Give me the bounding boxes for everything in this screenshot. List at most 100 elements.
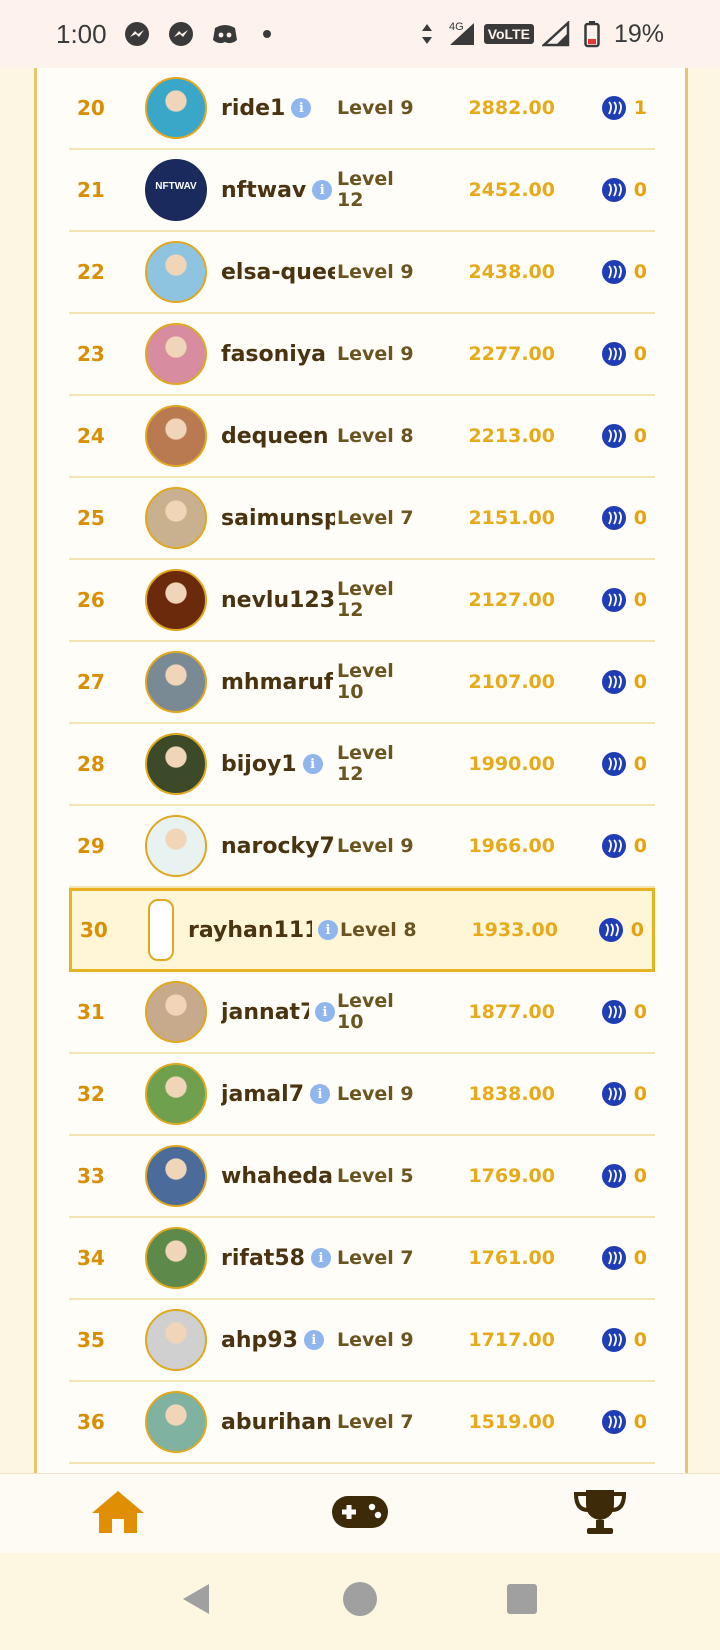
username[interactable]: nevlu123: [221, 588, 335, 613]
username[interactable]: rifat58: [221, 1246, 305, 1271]
rank-number: 35: [77, 1328, 105, 1352]
leaderboard-row[interactable]: 33 whaheda Level 5 1769.00 0: [69, 1136, 655, 1218]
avatar[interactable]: [145, 651, 207, 713]
avatar[interactable]: [145, 405, 207, 467]
user-name-cell: saimunsp: [221, 506, 335, 531]
username[interactable]: narocky7: [221, 834, 335, 859]
system-icons: 4G VoLTE 19%: [413, 20, 664, 49]
info-icon[interactable]: i: [318, 920, 338, 940]
leaderboard-row[interactable]: 35 ahp93 i Level 9 1717.00 0: [69, 1300, 655, 1382]
leaderboard-tab[interactable]: [570, 1488, 630, 1540]
leaderboard-row[interactable]: 29 narocky7 Level 9 1966.00 0: [69, 806, 655, 888]
volte-badge: VoLTE: [483, 24, 534, 44]
rank-number: 33: [77, 1164, 105, 1188]
avatar[interactable]: [145, 77, 207, 139]
username[interactable]: ride1: [221, 96, 285, 121]
avatar[interactable]: [145, 241, 207, 303]
username[interactable]: bijoy1: [221, 752, 297, 777]
username[interactable]: jamal7: [221, 1082, 304, 1107]
leaderboard-row[interactable]: 21 NFTWAV nftwav i Level 12 2452.00 0: [69, 150, 655, 232]
info-icon[interactable]: i: [291, 98, 312, 118]
current-user-row[interactable]: 30 rayhan111 i Level 8 1933.00 0: [69, 888, 655, 972]
rank-number: 21: [77, 178, 105, 202]
leaderboard-row[interactable]: 24 dequeen Level 8 2213.00 0: [69, 396, 655, 478]
back-button[interactable]: [176, 1581, 216, 1621]
leaderboard-list: 19arzaiqamariLevel122902.00120ride1iLeve…: [69, 68, 655, 1464]
status-time: 1:00: [56, 18, 107, 49]
avatar[interactable]: [145, 1227, 207, 1289]
leaderboard-row[interactable]: 28 bijoy1 i Level 12 1990.00 0: [69, 724, 655, 806]
home-tab[interactable]: [88, 1488, 148, 1540]
avatar[interactable]: [145, 323, 207, 385]
leaderboard-row[interactable]: 32 jamal7 i Level 9 1838.00 0: [69, 1054, 655, 1136]
level-label: Level 9: [337, 260, 414, 283]
avatar[interactable]: [145, 569, 207, 631]
avatar[interactable]: [145, 487, 207, 549]
rank-number: 26: [77, 588, 105, 612]
user-name-cell: jamal7 i: [221, 1082, 335, 1107]
info-icon[interactable]: i: [315, 1002, 335, 1022]
username[interactable]: elsa-queen: [221, 260, 335, 285]
leaderboard-row[interactable]: 23 fasoniya Level 9 2277.00 0: [69, 314, 655, 396]
avatar[interactable]: [148, 899, 174, 961]
avatar[interactable]: [145, 1391, 207, 1453]
avatar[interactable]: [145, 733, 207, 795]
level-label: Level 9: [337, 96, 414, 119]
username[interactable]: aburihan: [221, 1410, 332, 1435]
reward-value: 0: [633, 1247, 647, 1269]
level-label: Level 9: [337, 1082, 414, 1105]
reward-value: 0: [633, 1001, 647, 1023]
user-name-cell: aburihan: [221, 1410, 335, 1435]
avatar[interactable]: [145, 1063, 207, 1125]
rank-number: 36: [77, 1410, 105, 1434]
info-icon[interactable]: i: [312, 180, 333, 200]
avatar[interactable]: [145, 981, 207, 1043]
score-value: 1838.00: [468, 1083, 555, 1105]
score-value: 2882.00: [468, 97, 555, 119]
leaderboard-row[interactable]: 22 elsa-queenLevel 9 2438.00 0: [69, 232, 655, 314]
score-value: 1966.00: [468, 835, 555, 857]
signal-icon: [448, 20, 476, 48]
home-button[interactable]: [340, 1581, 380, 1621]
reward-cell: 0: [601, 506, 655, 530]
reward-value: 0: [633, 1165, 647, 1187]
leaderboard-row[interactable]: 36 aburihan Level 7 1519.00 0: [69, 1382, 655, 1464]
recents-button[interactable]: [502, 1581, 542, 1621]
leaderboard-row[interactable]: 20 ride1 i Level 9 2882.00 1: [69, 68, 655, 150]
info-icon[interactable]: i: [302, 754, 323, 774]
avatar-logo-text: NFTWAV: [155, 181, 197, 192]
level-label: Level 7: [337, 1410, 414, 1433]
reward-cell: 0: [601, 1000, 655, 1024]
avatar[interactable]: [145, 815, 207, 877]
avatar[interactable]: [145, 1309, 207, 1371]
username[interactable]: mhmaruf: [221, 670, 333, 695]
username[interactable]: rayhan111: [188, 918, 312, 943]
info-icon[interactable]: i: [303, 1330, 324, 1350]
avatar[interactable]: [145, 1145, 207, 1207]
user-name-cell: narocky7: [221, 834, 335, 859]
username[interactable]: whaheda: [221, 1164, 333, 1189]
leaderboard-row[interactable]: 31 jannat7 i Level 10 1877.00 0: [69, 972, 655, 1054]
info-icon[interactable]: i: [310, 1248, 331, 1268]
reward-value: 0: [633, 671, 647, 693]
username[interactable]: saimunsp: [221, 506, 335, 531]
leaderboard-row[interactable]: 27 mhmaruf Level 10 2107.00 0: [69, 642, 655, 724]
score-value: 2277.00: [468, 343, 555, 365]
level-label: Level 7: [337, 506, 414, 529]
username[interactable]: fasoniya: [221, 342, 326, 367]
score-value: 2107.00: [468, 671, 555, 693]
username[interactable]: dequeen: [221, 424, 329, 449]
leaderboard-row[interactable]: 34 rifat58 i Level 7 1761.00 0: [69, 1218, 655, 1300]
leaderboard-row[interactable]: 26 nevlu123 Level 12 2127.00 0: [69, 560, 655, 642]
level-label: Level 10: [337, 660, 394, 703]
username[interactable]: ahp93: [221, 1328, 298, 1353]
username[interactable]: nftwav: [221, 178, 306, 203]
level-label: Level 12: [337, 168, 394, 211]
games-tab[interactable]: [330, 1488, 390, 1540]
leaderboard-panel[interactable]: 19arzaiqamariLevel122902.00120ride1iLeve…: [34, 68, 688, 1473]
data-arrows-icon: [413, 20, 441, 48]
username[interactable]: jannat7: [221, 1000, 309, 1025]
info-icon[interactable]: i: [310, 1084, 331, 1104]
avatar[interactable]: NFTWAV: [145, 159, 207, 221]
leaderboard-row[interactable]: 25 saimunsp Level 7 2151.00 0: [69, 478, 655, 560]
